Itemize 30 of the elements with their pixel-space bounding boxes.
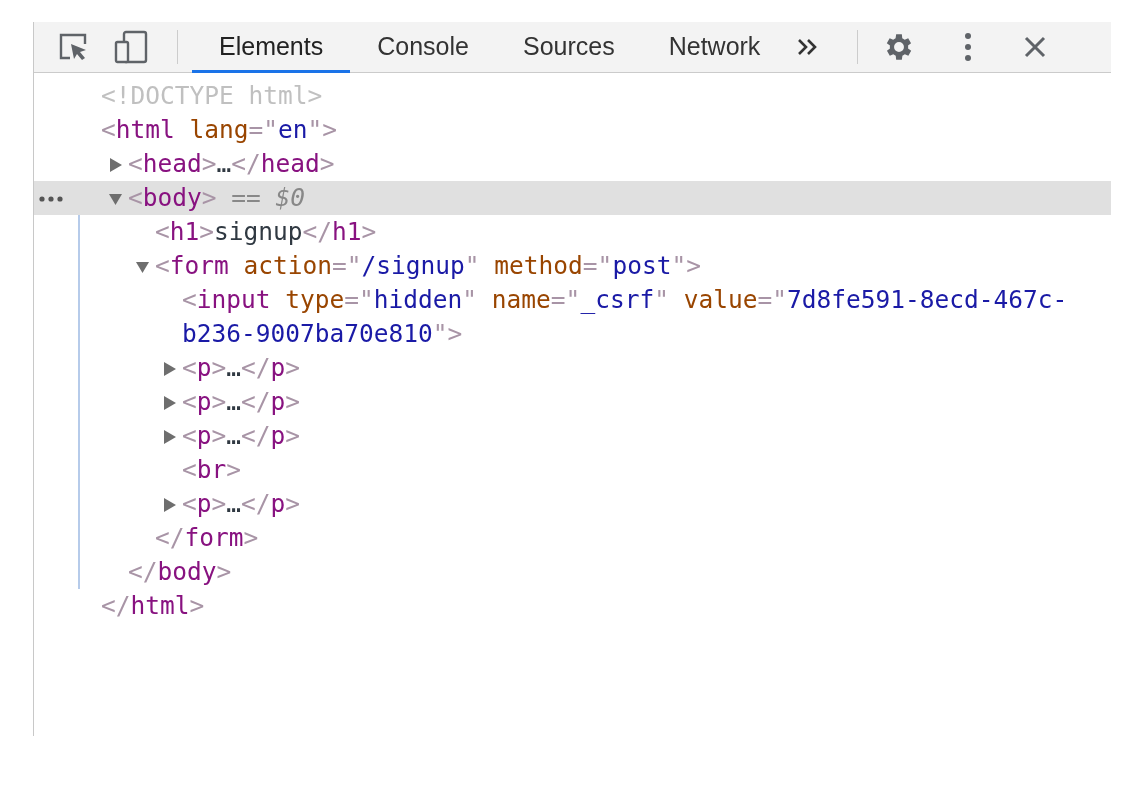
expand-triangle-icon[interactable] bbox=[163, 498, 176, 512]
panel-tab[interactable]: Console bbox=[350, 22, 496, 73]
expand-triangle-icon[interactable] bbox=[163, 362, 176, 376]
panel-tab[interactable]: Sources bbox=[495, 22, 642, 73]
dom-node-line[interactable]: <p>…</p> bbox=[182, 351, 301, 385]
panel-tab[interactable]: Elements bbox=[192, 22, 351, 73]
dom-node-line[interactable]: <form action="/signup" method="post"> bbox=[155, 249, 701, 283]
double-chevron-icon[interactable] bbox=[797, 38, 818, 56]
dom-node-line[interactable]: <br> bbox=[182, 453, 242, 487]
dom-node-line[interactable]: <p>…</p> bbox=[182, 419, 301, 453]
dom-node-line[interactable]: <h1>signup</h1> bbox=[155, 215, 377, 249]
expand-triangle-icon[interactable] bbox=[136, 260, 149, 274]
dom-node-line[interactable]: <p>…</p> bbox=[182, 487, 301, 521]
expand-triangle-icon[interactable] bbox=[163, 430, 176, 444]
dom-node-line[interactable]: <body> == $0 bbox=[128, 181, 306, 215]
expand-triangle-icon[interactable] bbox=[163, 396, 176, 410]
panel-tab[interactable]: Network bbox=[641, 22, 788, 73]
more-dots-icon[interactable] bbox=[39, 196, 63, 202]
dom-node-line[interactable]: <html lang="en"> bbox=[101, 113, 338, 147]
dom-node-line[interactable]: </body> bbox=[128, 555, 232, 589]
device-icon[interactable] bbox=[114, 30, 150, 64]
expand-triangle-icon[interactable] bbox=[109, 192, 122, 206]
menu-icon[interactable] bbox=[964, 32, 973, 62]
expand-triangle-icon[interactable] bbox=[109, 158, 122, 172]
dom-node-line[interactable]: <head>…</head> bbox=[128, 147, 335, 181]
dom-node-line[interactable]: <input type="hidden" name="_csrf" value="7d8fe591-8ecd-467c-b236-9007ba70e810"> bbox=[182, 283, 1081, 351]
dom-node-line[interactable]: </html> bbox=[101, 589, 205, 623]
dom-node-line[interactable]: </form> bbox=[155, 521, 259, 555]
close-icon[interactable] bbox=[1024, 36, 1047, 58]
dom-node-line[interactable]: <p>…</p> bbox=[182, 385, 301, 419]
